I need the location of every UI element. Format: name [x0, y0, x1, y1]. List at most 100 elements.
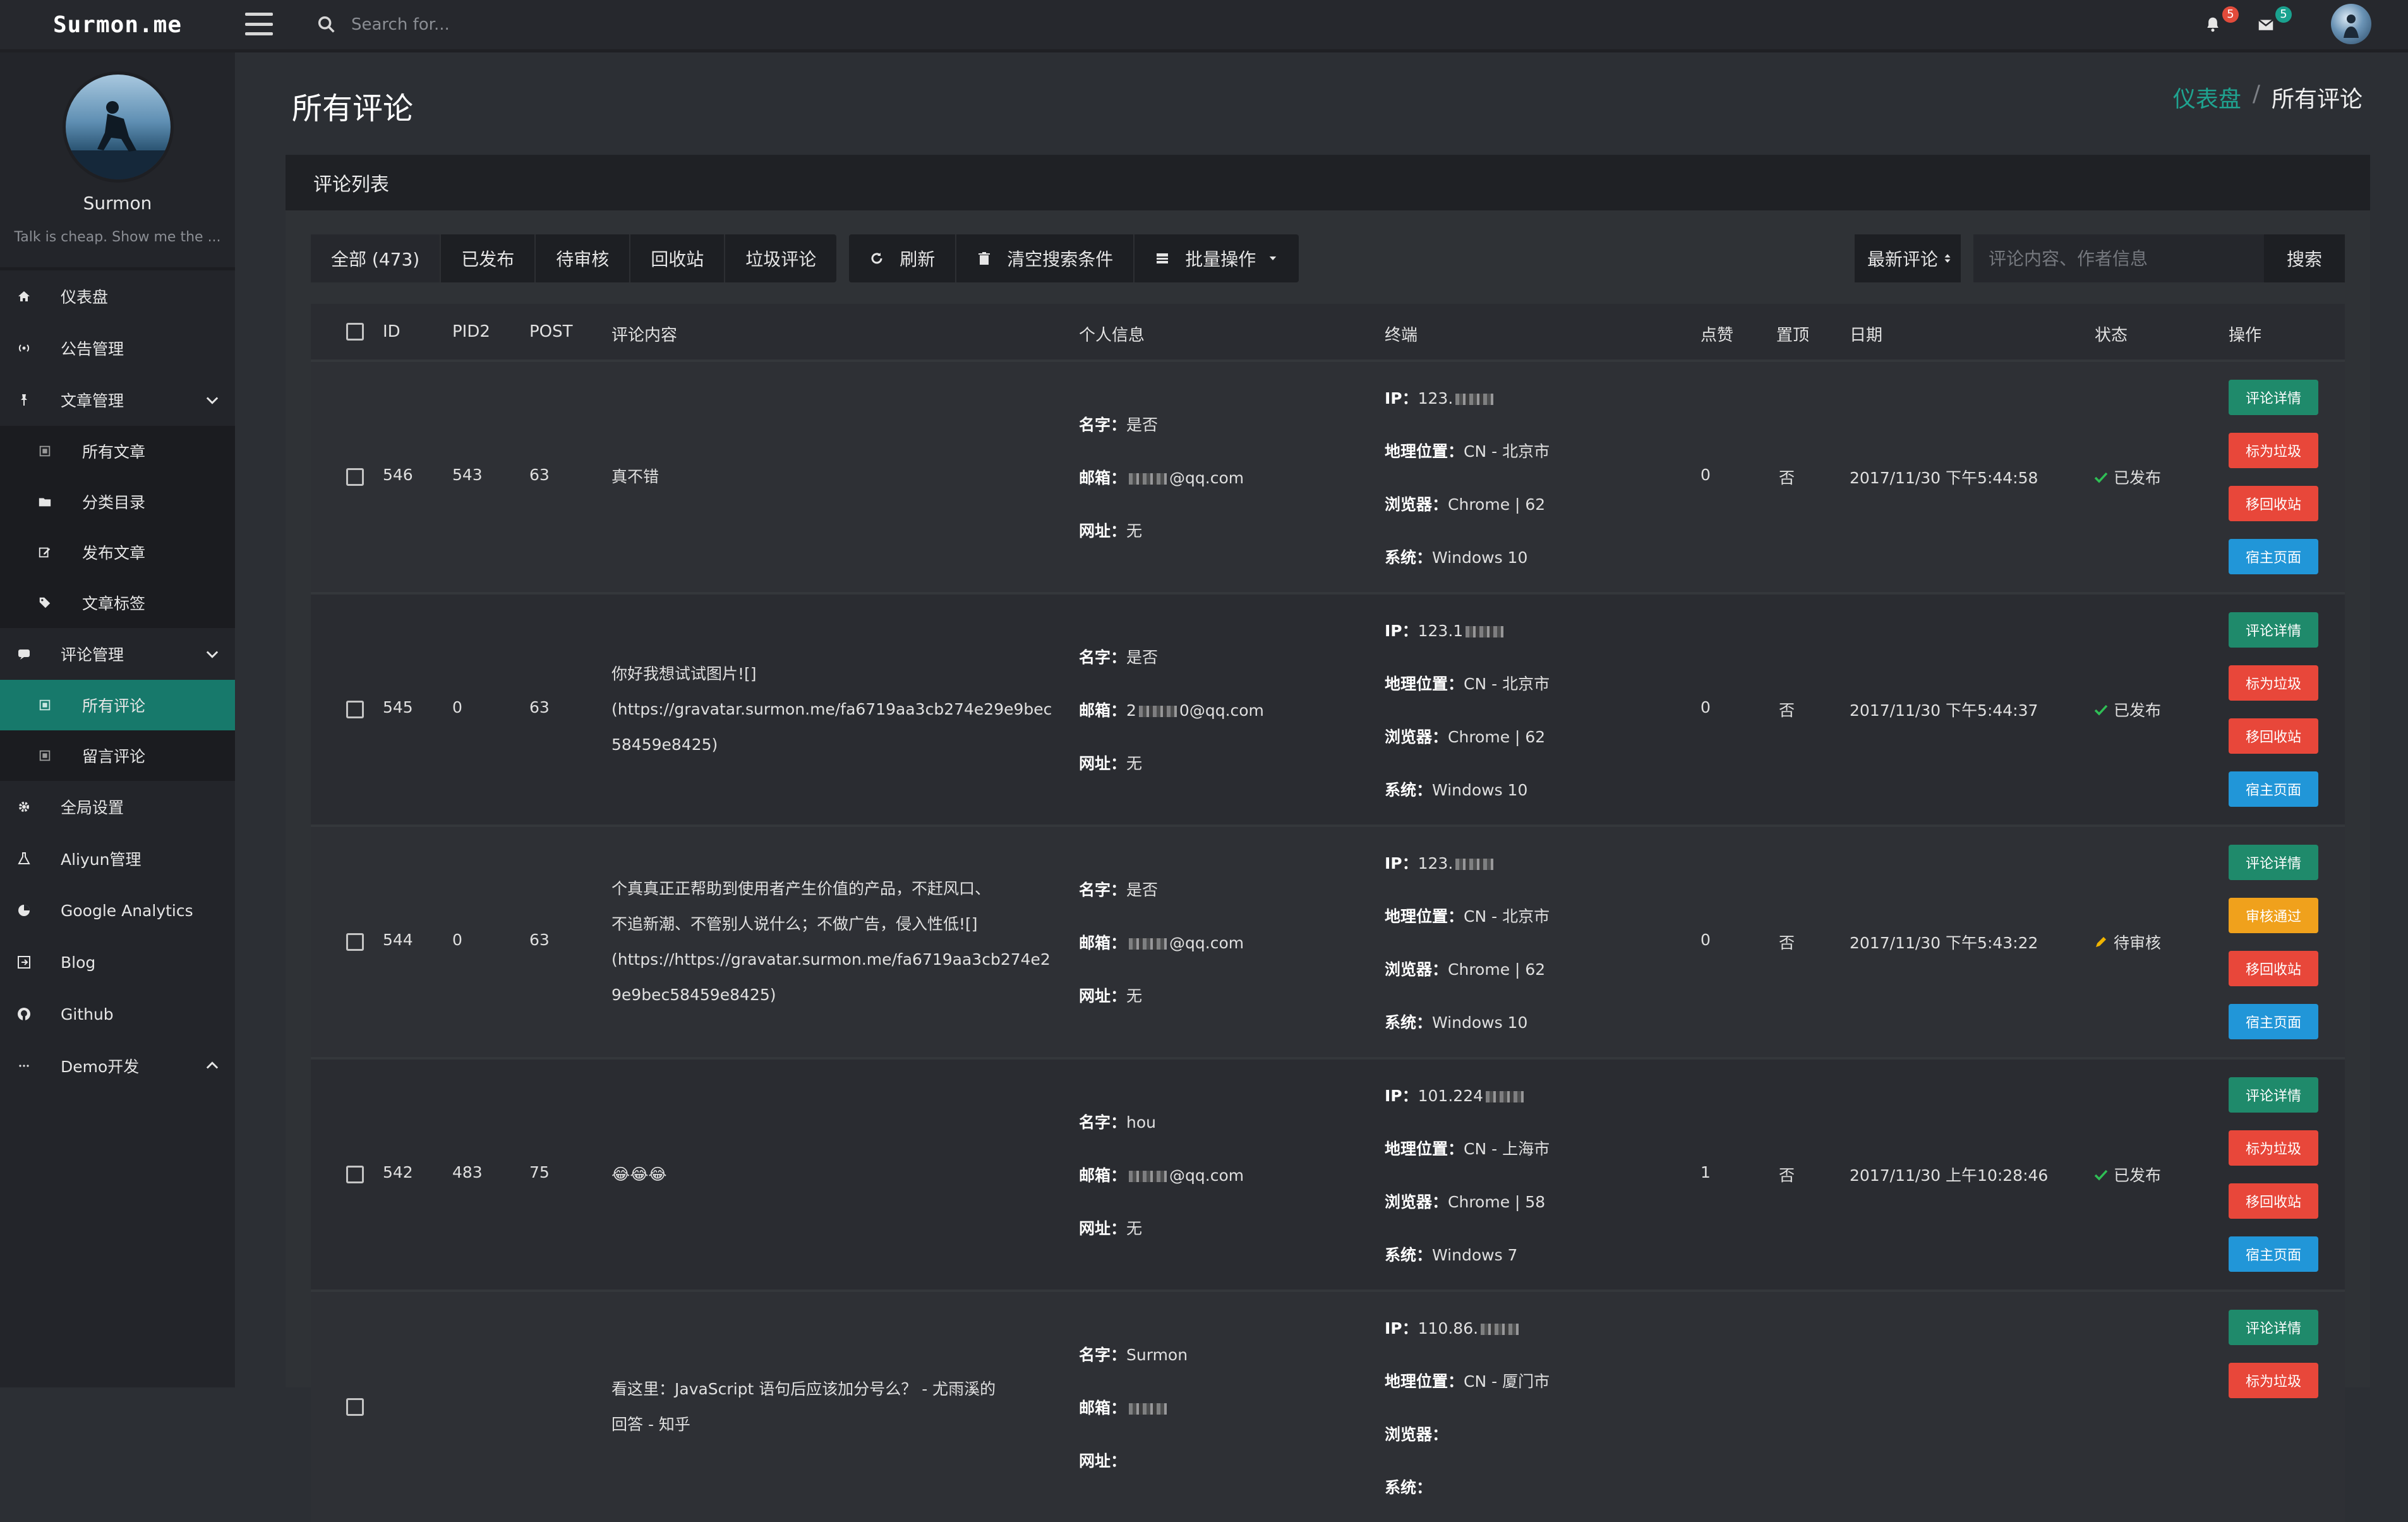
- row-action-button[interactable]: 标为垃圾: [2229, 1130, 2318, 1166]
- check-icon: [2094, 472, 2108, 483]
- keyword-search-input[interactable]: [1973, 234, 2264, 282]
- row-content: 真不错: [611, 459, 1066, 495]
- github-icon: [15, 1005, 33, 1023]
- row-ip: IP：110.86.: [1385, 1316, 1521, 1339]
- row-date: 2017/11/30 下午5:44:58: [1850, 469, 2038, 487]
- row-site: 网址：无: [1079, 1219, 1143, 1238]
- row-pid: 483: [452, 1163, 483, 1181]
- sidebar-item-articles[interactable]: 文章管理: [0, 374, 235, 426]
- row-checkbox[interactable]: [346, 933, 364, 951]
- broadcast-icon: [15, 339, 33, 357]
- row-action-button[interactable]: 评论详情: [2229, 1077, 2318, 1113]
- sidebar-item-guestbook[interactable]: 留言评论: [0, 730, 235, 781]
- sidebar-item-publish-article[interactable]: 发布文章: [0, 527, 235, 577]
- row-id: 544: [383, 931, 413, 949]
- filter-spam-button[interactable]: 垃圾评论: [725, 234, 836, 282]
- row-checkbox[interactable]: [346, 1398, 364, 1416]
- search-icon: [318, 16, 335, 33]
- row-email: 邮箱： @qq.com: [1079, 469, 1244, 487]
- row-geo: 地理位置：CN - 北京市: [1385, 907, 1550, 926]
- edit-icon: [37, 544, 53, 560]
- content-line: (https://gravatar.surmon.me/fa6719aa3cb2…: [611, 700, 1052, 718]
- avatar[interactable]: [63, 71, 174, 183]
- sidebar-item-aliyun[interactable]: Aliyun管理: [0, 833, 235, 885]
- filter-trash-button[interactable]: 回收站: [630, 234, 726, 282]
- row-action-button[interactable]: 宿主页面: [2229, 771, 2318, 807]
- trash-icon: [978, 252, 990, 265]
- row-site: 网址：: [1079, 1452, 1127, 1470]
- user-avatar[interactable]: [2331, 4, 2371, 44]
- row-checkbox[interactable]: [346, 701, 364, 718]
- row-email: 邮箱： @qq.com: [1079, 934, 1244, 952]
- row-action-button[interactable]: 宿主页面: [2229, 1004, 2318, 1039]
- row-site: 网址：无: [1079, 754, 1143, 773]
- table-row: 544 0 63 个真真正正帮助到使用者产生价值的产品，不赶风口、 不追新潮、不管别人说…: [311, 824, 2345, 1057]
- filter-published-button[interactable]: 已发布: [441, 234, 536, 282]
- row-action-button[interactable]: 宿主页面: [2229, 539, 2318, 574]
- row-top: 否: [1779, 934, 1795, 952]
- row-action-button[interactable]: 标为垃圾: [2229, 1363, 2318, 1398]
- row-content: 😂😂😂: [611, 1157, 1066, 1192]
- content-line: 你好我想试试图片![]: [611, 665, 757, 683]
- batch-actions-dropdown[interactable]: 批量操作: [1135, 234, 1299, 282]
- notification-bell[interactable]: 5: [2203, 6, 2239, 39]
- row-action-button[interactable]: 评论详情: [2229, 1310, 2318, 1345]
- sidebar-item-all-articles[interactable]: 所有文章: [0, 426, 235, 476]
- filter-all-button[interactable]: 全部 (473): [311, 234, 442, 282]
- table-row: 542 483 75 😂😂😂 名字：hou 邮箱： @qq.com 网址：无 IP：101.22…: [311, 1057, 2345, 1289]
- notification-badge: 5: [2222, 6, 2239, 23]
- row-pid: 543: [452, 466, 483, 484]
- row-action-button[interactable]: 移回收站: [2229, 951, 2318, 986]
- row-action-button[interactable]: 评论详情: [2229, 845, 2318, 880]
- sidebar-item-blog[interactable]: Blog: [0, 936, 235, 988]
- row-likes: 0: [1701, 466, 1711, 484]
- sidebar-item-google-analytics[interactable]: Google Analytics: [0, 885, 235, 936]
- row-date: 2017/11/30 下午5:44:37: [1850, 701, 2038, 720]
- search-button[interactable]: 搜索: [2264, 234, 2345, 282]
- row-checkbox[interactable]: [346, 1166, 364, 1183]
- top-search-input[interactable]: [350, 15, 731, 35]
- row-browser: 浏览器：Chrome | 62: [1385, 960, 1546, 979]
- messages[interactable]: 5: [2256, 6, 2292, 39]
- row-name: 名字：是否: [1079, 648, 1159, 667]
- sidebar-item-settings[interactable]: 全局设置: [0, 781, 235, 833]
- row-action-button[interactable]: 评论详情: [2229, 612, 2318, 648]
- filter-pending-button[interactable]: 待审核: [536, 234, 631, 282]
- row-actions: 评论详情审核通过移回收站宿主页面: [2229, 845, 2318, 1057]
- row-action-button[interactable]: 标为垃圾: [2229, 665, 2318, 701]
- row-action-button[interactable]: 移回收站: [2229, 1183, 2318, 1219]
- sidebar-item-all-comments[interactable]: 所有评论: [0, 680, 235, 730]
- refresh-button[interactable]: 刷新: [849, 234, 957, 282]
- bell-icon: [2207, 17, 2218, 32]
- breadcrumb-home-link[interactable]: 仪表盘: [2173, 81, 2241, 114]
- row-action-button[interactable]: 标为垃圾: [2229, 433, 2318, 468]
- pie-chart-icon: [15, 902, 33, 919]
- sidebar-item-comments[interactable]: 评论管理: [0, 628, 235, 680]
- sidebar-item-github[interactable]: Github: [0, 988, 235, 1040]
- sidebar-item-tags[interactable]: 文章标签: [0, 577, 235, 628]
- hamburger-menu-icon[interactable]: [245, 13, 273, 35]
- sidebar-item-demo[interactable]: Demo开发: [0, 1040, 235, 1092]
- envelope-icon: [2258, 19, 2274, 30]
- status-badge: 已发布: [2093, 1163, 2161, 1186]
- sidebar-item-categories[interactable]: 分类目录: [0, 476, 235, 527]
- clear-search-button[interactable]: 清空搜索条件: [956, 234, 1135, 282]
- row-action-button[interactable]: 审核通过: [2229, 898, 2318, 933]
- row-checkbox[interactable]: [346, 468, 364, 486]
- row-geo: 地理位置：CN - 北京市: [1385, 675, 1550, 693]
- home-icon: [15, 287, 33, 305]
- sort-select[interactable]: 最新评论: [1855, 234, 1961, 282]
- row-email: 邮箱：: [1079, 1396, 1169, 1418]
- select-all-checkbox[interactable]: [346, 323, 364, 341]
- brand-logo[interactable]: Surmon.me: [0, 0, 235, 49]
- col-id: ID: [383, 322, 400, 341]
- panel-title: 评论列表: [286, 155, 2370, 210]
- sidebar-item-dashboard[interactable]: 仪表盘: [0, 270, 235, 322]
- status-badge: 待审核: [2093, 931, 2161, 953]
- row-geo: 地理位置：CN - 厦门市: [1385, 1372, 1550, 1391]
- sidebar-item-announcements[interactable]: 公告管理: [0, 322, 235, 374]
- row-action-button[interactable]: 评论详情: [2229, 380, 2318, 415]
- row-action-button[interactable]: 宿主页面: [2229, 1236, 2318, 1272]
- row-action-button[interactable]: 移回收站: [2229, 486, 2318, 521]
- row-action-button[interactable]: 移回收站: [2229, 718, 2318, 754]
